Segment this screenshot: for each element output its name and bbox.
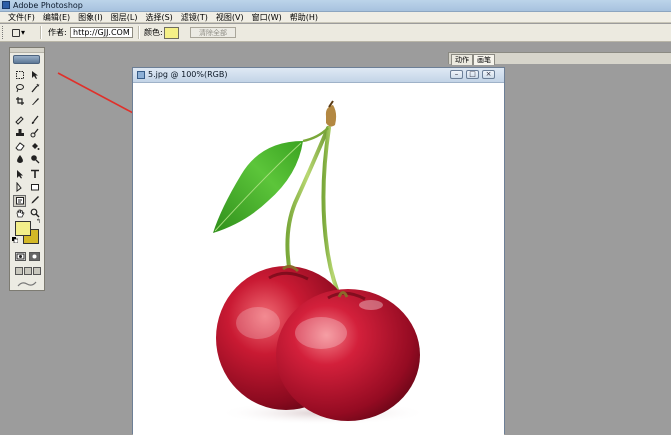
menu-bar: 文件(F) 编辑(E) 图象(I) 图层(L) 选择(S) 滤镜(T) 视图(V… <box>0 12 671 23</box>
blur-tool-icon[interactable] <box>14 154 25 164</box>
notes-tool-icon[interactable] <box>13 195 26 207</box>
clone-stamp-tool-icon[interactable] <box>14 128 25 138</box>
menu-help[interactable]: 帮助(H) <box>286 12 322 23</box>
menu-edit[interactable]: 编辑(E) <box>39 12 74 23</box>
healing-brush-tool-icon[interactable] <box>14 115 25 125</box>
menu-filter[interactable]: 滤镜(T) <box>177 12 212 23</box>
app-title: Adobe Photoshop <box>13 1 83 10</box>
tab-actions[interactable]: 动作 <box>451 54 473 65</box>
foreground-color-swatch[interactable] <box>15 221 31 236</box>
full-screen-menu-mode-icon[interactable] <box>24 267 32 275</box>
hand-tool-icon[interactable] <box>14 208 25 218</box>
color-label: 颜色: <box>144 28 163 37</box>
close-icon[interactable]: × <box>482 70 495 79</box>
maximize-icon[interactable]: □ <box>466 70 479 79</box>
menu-window[interactable]: 窗口(W) <box>248 12 286 23</box>
image-canvas[interactable] <box>133 83 504 435</box>
options-bar-grip[interactable] <box>2 26 6 39</box>
rectangle-tool-icon[interactable] <box>29 182 40 192</box>
history-brush-tool-icon[interactable] <box>29 128 40 138</box>
author-label: 作者: <box>48 28 67 37</box>
separator <box>138 26 140 39</box>
menu-image[interactable]: 图象(I) <box>74 12 107 23</box>
swap-colors-icon[interactable]: ↰ <box>35 218 42 225</box>
eyedropper-tool-icon[interactable] <box>29 195 40 205</box>
options-bar: ▾ 作者: 颜色: 清除全部 动作 画笔 <box>0 24 671 65</box>
jump-to-imageready-icon[interactable] <box>15 280 39 288</box>
tab-brushes[interactable]: 画笔 <box>473 54 495 65</box>
photoshop-app-icon <box>2 1 10 9</box>
eraser-tool-icon[interactable] <box>14 141 25 151</box>
quick-mask-mode-icon[interactable] <box>29 252 40 261</box>
marquee-tool-icon[interactable] <box>14 70 25 80</box>
tool-preset-picker[interactable]: ▾ <box>12 26 34 39</box>
menu-select[interactable]: 选择(S) <box>141 12 176 23</box>
audio-annotation-icon <box>12 28 20 37</box>
tools-palette-header[interactable] <box>10 48 44 53</box>
pen-tool-icon[interactable] <box>14 181 25 192</box>
full-screen-mode-icon[interactable] <box>33 267 41 275</box>
palette-well: 动作 画笔 <box>448 52 671 65</box>
clear-all-button[interactable]: 清除全部 <box>190 27 236 38</box>
adobe-online-icon[interactable] <box>13 55 40 64</box>
tools-palette: ↰ <box>9 47 45 291</box>
dodge-tool-icon[interactable] <box>29 154 40 164</box>
path-selection-tool-icon[interactable] <box>14 169 25 179</box>
app-title-bar: Adobe Photoshop <box>0 0 671 12</box>
default-colors-icon[interactable] <box>12 236 19 244</box>
photoshop-document-icon <box>137 71 145 79</box>
crop-tool-icon[interactable] <box>14 96 25 106</box>
minimize-icon[interactable]: – <box>450 70 463 79</box>
zoom-tool-icon[interactable] <box>29 208 40 218</box>
standard-screen-mode-icon[interactable] <box>15 267 23 275</box>
menu-layer[interactable]: 图层(L) <box>107 12 142 23</box>
menu-file[interactable]: 文件(F) <box>4 12 39 23</box>
menu-view[interactable]: 视图(V) <box>212 12 248 23</box>
author-input[interactable] <box>70 27 133 38</box>
dropdown-arrow: ▾ <box>21 28 26 37</box>
annotation-color-swatch[interactable] <box>164 27 179 39</box>
paint-bucket-tool-icon[interactable] <box>29 141 40 151</box>
separator <box>40 26 42 39</box>
document-window: 5.jpg @ 100%(RGB) – □ × <box>132 67 505 435</box>
magic-wand-tool-icon[interactable] <box>29 83 40 93</box>
standard-mode-icon[interactable] <box>15 252 26 261</box>
move-tool-icon[interactable] <box>29 70 40 80</box>
lasso-tool-icon[interactable] <box>14 83 25 93</box>
brush-tool-icon[interactable] <box>29 115 40 125</box>
type-tool-icon[interactable] <box>29 169 40 179</box>
slice-tool-icon[interactable] <box>29 96 40 106</box>
cherry-image <box>213 100 428 425</box>
document-title-bar[interactable]: 5.jpg @ 100%(RGB) – □ × <box>133 68 504 83</box>
document-title: 5.jpg @ 100%(RGB) <box>148 70 228 79</box>
